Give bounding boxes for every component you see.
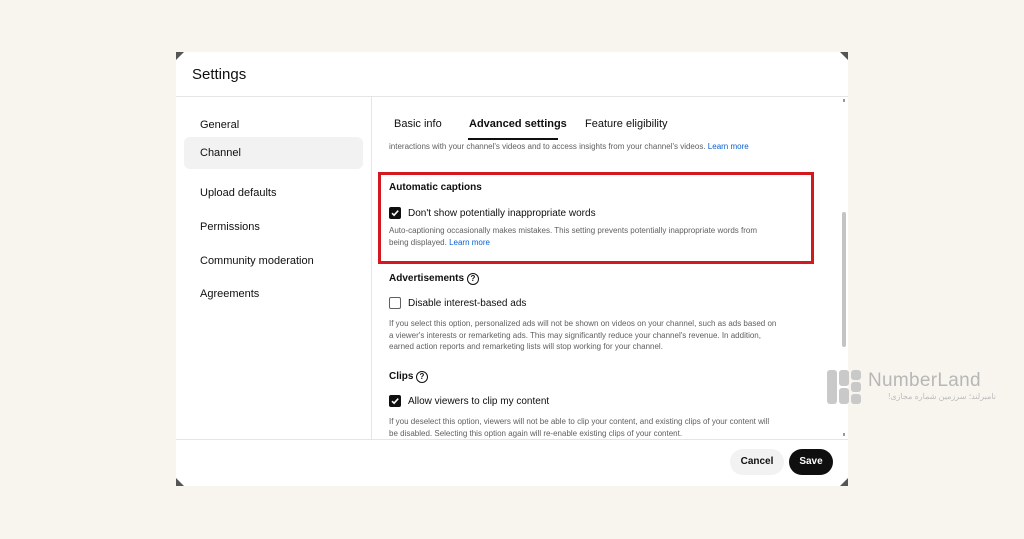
corner-mark — [176, 52, 184, 60]
ads-help-icon[interactable]: ? — [467, 273, 479, 285]
clips-section-title: Clips — [389, 371, 414, 382]
settings-content: interactions with your channel's videos … — [372, 97, 840, 439]
sidebar-item-permissions[interactable]: Permissions — [184, 211, 363, 243]
settings-dialog: Settings General Channel Upload defaults… — [176, 52, 848, 486]
cancel-button[interactable]: Cancel — [730, 449, 784, 475]
sidebar-item-channel[interactable]: Channel — [184, 137, 363, 169]
save-button[interactable]: Save — [789, 449, 833, 475]
watermark-brand: NumberLand — [868, 370, 981, 391]
scroll-down-arrow[interactable] — [843, 433, 845, 436]
top-learn-more-link[interactable]: Learn more — [708, 142, 749, 151]
content-scrollbar[interactable] — [842, 212, 846, 347]
ads-desc-line: If you select this option, personalized … — [389, 319, 777, 328]
corner-mark — [176, 478, 184, 486]
clips-help-icon[interactable]: ? — [416, 371, 428, 383]
watermark-tagline: نامبرلند؛ سرزمین شماره مجازی! — [888, 392, 996, 401]
corner-mark — [840, 52, 848, 60]
numberland-logo-icon — [827, 370, 861, 404]
clips-checkbox[interactable] — [389, 395, 401, 407]
ads-option-label: Disable interest-based ads — [408, 298, 527, 309]
ads-section-title: Advertisements — [389, 273, 465, 284]
top-description-text: interactions with your channel's videos … — [389, 142, 706, 151]
sidebar-item-agreements[interactable]: Agreements — [184, 278, 363, 310]
sidebar-item-upload-defaults[interactable]: Upload defaults — [184, 177, 363, 209]
sidebar-item-community-moderation[interactable]: Community moderation — [184, 245, 363, 277]
ads-checkbox[interactable] — [389, 297, 401, 309]
numberland-watermark: NumberLand نامبرلند؛ سرزمین شماره مجازی! — [826, 369, 998, 407]
clips-description: If you deselect this option, viewers wil… — [389, 416, 769, 439]
clips-desc-line: If you deselect this option, viewers wil… — [389, 417, 770, 426]
ads-desc-line: earned action reports and remarketing li… — [389, 342, 663, 351]
highlight-box — [378, 172, 814, 264]
corner-mark — [840, 478, 848, 486]
top-description: interactions with your channel's videos … — [389, 141, 749, 153]
footer-divider — [176, 439, 848, 440]
ads-description: If you select this option, personalized … — [389, 318, 776, 353]
dialog-title: Settings — [192, 66, 247, 83]
checkmark-icon — [391, 398, 399, 405]
clips-option-label: Allow viewers to clip my content — [408, 396, 550, 407]
scroll-up-arrow[interactable] — [843, 99, 845, 102]
clips-desc-line: be disabled. Selecting this option again… — [389, 428, 683, 438]
ads-desc-line: a viewer's interests or remarketing ads.… — [389, 330, 761, 340]
